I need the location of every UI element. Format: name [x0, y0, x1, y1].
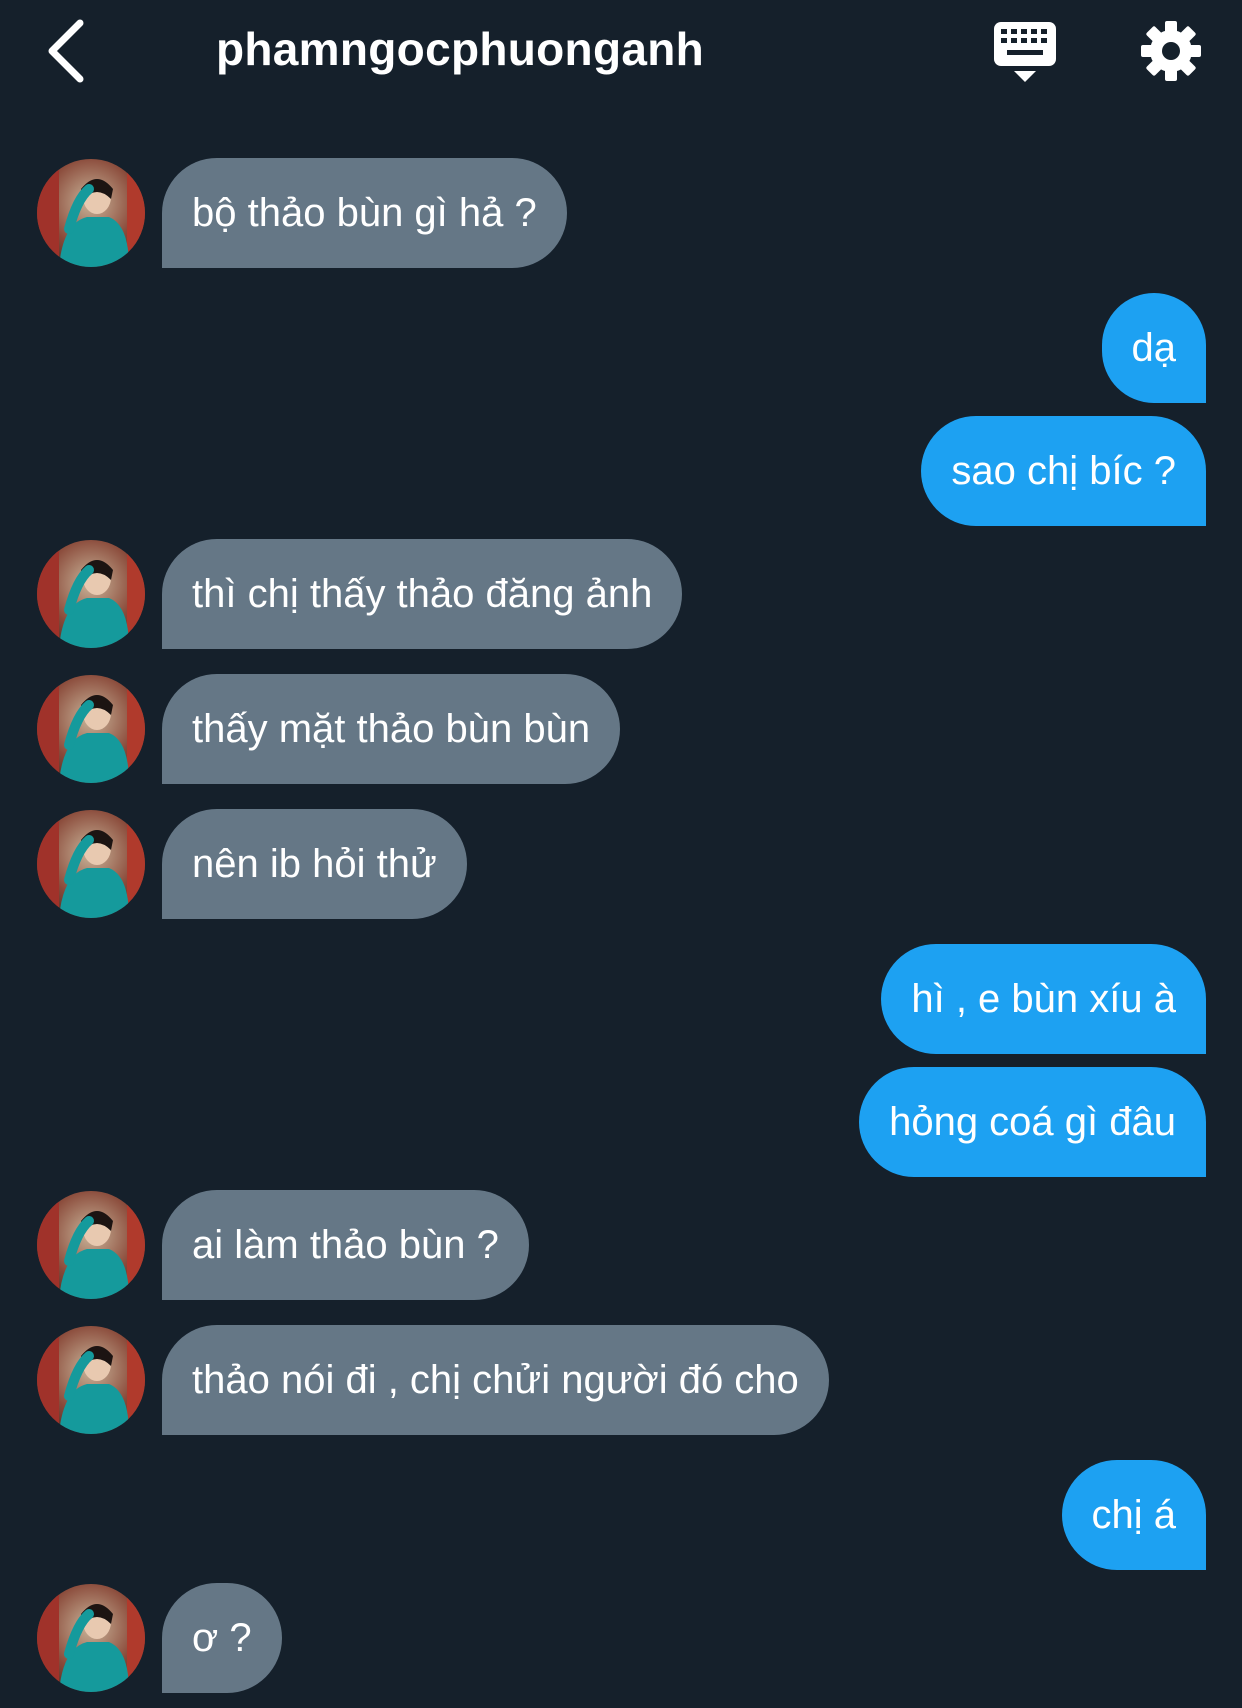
- incoming-message-bubble[interactable]: ơ ?: [162, 1583, 282, 1693]
- avatar[interactable]: [37, 159, 145, 267]
- avatar-photo: [37, 1326, 145, 1434]
- incoming-message-bubble[interactable]: thấy mặt thảo bùn bùn: [162, 674, 621, 784]
- avatar[interactable]: [37, 1191, 145, 1299]
- avatar[interactable]: [37, 675, 145, 783]
- avatar-photo: [37, 810, 145, 918]
- avatar-photo: [37, 675, 145, 783]
- avatar[interactable]: [37, 1326, 145, 1434]
- outgoing-message-bubble[interactable]: hì , e bùn xíu à: [881, 944, 1206, 1054]
- avatar-photo: [37, 540, 145, 648]
- avatar[interactable]: [37, 540, 145, 648]
- avatar[interactable]: [37, 1584, 145, 1692]
- incoming-message-bubble[interactable]: ai làm thảo bùn ?: [162, 1190, 529, 1300]
- avatar-photo: [37, 1584, 145, 1692]
- avatar[interactable]: [37, 810, 145, 918]
- incoming-message-bubble[interactable]: thì chị thấy thảo đăng ảnh: [162, 539, 683, 649]
- outgoing-message-bubble[interactable]: dạ: [1101, 293, 1206, 403]
- incoming-message-bubble[interactable]: nên ib hỏi thử: [162, 809, 467, 919]
- message-list: bộ thảo bùn gì hả ? dạ sao chị bíc ? thì ch…: [0, 0, 1242, 1708]
- avatar-photo: [37, 159, 145, 267]
- incoming-message-bubble[interactable]: bộ thảo bùn gì hả ?: [162, 158, 567, 268]
- outgoing-message-bubble[interactable]: hỏng coá gì đâu: [859, 1067, 1206, 1177]
- avatar-photo: [37, 1191, 145, 1299]
- outgoing-message-bubble[interactable]: chị á: [1061, 1460, 1206, 1570]
- incoming-message-bubble[interactable]: thảo nói đi , chị chửi người đó cho: [162, 1325, 829, 1435]
- outgoing-message-bubble[interactable]: sao chị bíc ?: [921, 416, 1206, 526]
